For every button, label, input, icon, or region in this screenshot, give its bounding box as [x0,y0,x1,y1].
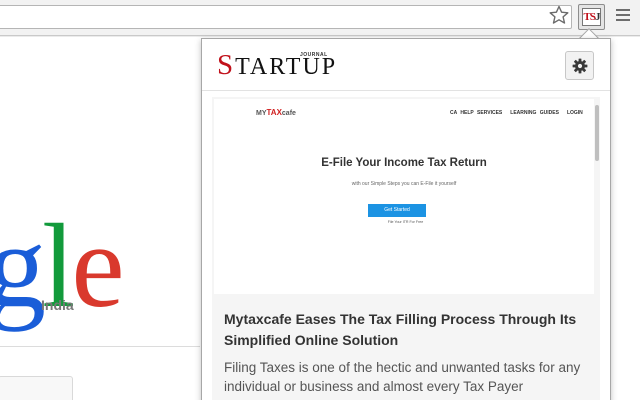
article-excerpt: Filing Taxes is one of the hectic and un… [224,360,581,394]
page-divider [0,36,640,37]
search-box-edge [0,346,200,347]
article-title[interactable]: Mytaxcafe Eases The Tax Filling Process … [224,309,594,351]
browser-toolbar: TSJ [0,0,640,36]
preview-subtitle: with our Simple Steps you can E-File it … [351,181,457,187]
logo-main: TAX [266,108,282,117]
gear-icon [572,58,588,74]
preview-headline: E-File Your Income Tax Return [321,157,487,169]
article-image[interactable]: MYTAXcafe CA HELP SERVICES LEARNING GUIDE… [214,99,594,259]
address-bar[interactable] [0,5,572,29]
preview-nav-item: LEARNING GUIDES [510,110,559,116]
scrollbar-thumb[interactable] [595,105,599,161]
brand-tagline: JOURNAL [300,52,328,58]
logo-letter-g: g [0,199,46,332]
settings-button[interactable] [565,51,594,80]
article-image-footer [214,259,594,294]
popup-header: STARTUP JOURNAL [202,39,610,91]
preview-nav: CA HELP SERVICES LEARNING GUIDES LOGIN [450,110,591,116]
google-region-label: India [41,297,74,313]
preview-nav-item: LOGIN [566,110,583,116]
logo-suffix: cafe [281,110,296,117]
bookmark-star-icon[interactable] [548,4,570,26]
preview-nav-item: CA HELP SERVICES [450,110,503,116]
chrome-menu-icon[interactable] [616,9,630,22]
logo-letter-e: e [71,199,124,332]
ext-logo-letter-j: J [594,11,600,23]
extension-button[interactable]: TSJ [578,4,605,30]
extension-popup: STARTUP JOURNAL MYTAXcafe CA HELP SERVIC… [201,38,611,400]
mytaxcafe-logo: MYTAXcafe [256,108,296,117]
startup-journal-extension-icon: TSJ [582,8,601,26]
browser-window: TSJ gle India STARTUP JOURNAL MYTAXcafe … [0,0,640,400]
search-button-edge[interactable] [0,376,73,400]
preview-get-started-button: Get Started [368,204,426,217]
preview-note: File Your ITR For Free [387,220,424,224]
logo-prefix: MY [256,110,267,117]
brand-initial: S [217,49,236,81]
